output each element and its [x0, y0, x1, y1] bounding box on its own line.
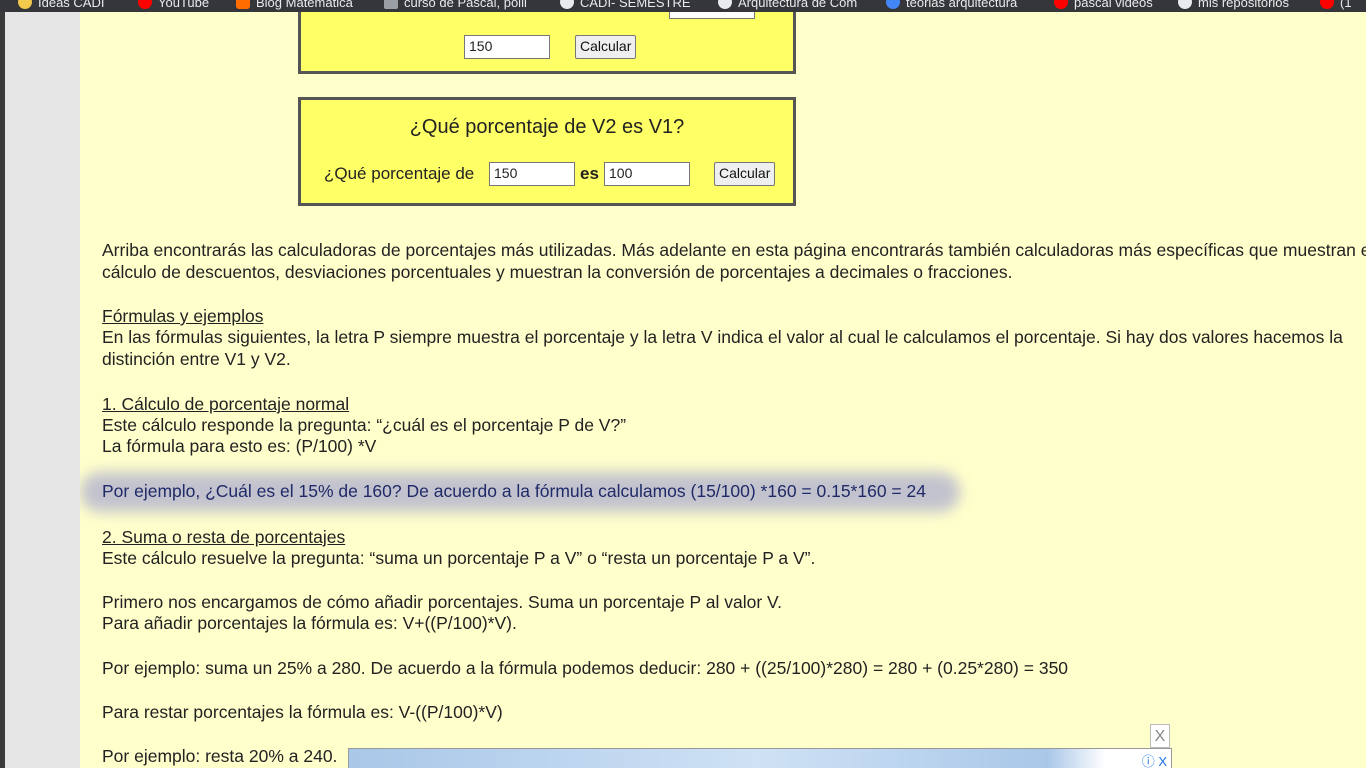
bookmark-arquitectura[interactable]: Arquitectura de Com	[718, 0, 857, 11]
calc1-calcular-button[interactable]: Calcular	[575, 35, 637, 59]
page-content: 150 Calcular ¿Qué porcentaje de V2 es V1…	[80, 12, 1366, 768]
bookmark-pascal-videos[interactable]: pascal videos	[1054, 0, 1153, 11]
intro-line-1: Arriba encontrarás las calculadoras de p…	[102, 240, 1366, 260]
formulas-line-1: En las fórmulas siguientes, la letra P s…	[102, 327, 1343, 347]
bookmarks-bar: Ideas CADI YouTube Blog Matemática curso…	[0, 0, 1366, 12]
github-icon	[560, 0, 574, 9]
ad-banner[interactable]: ⓘ X	[348, 748, 1172, 768]
section1-example: Por ejemplo, ¿Cuál es el 15% de 160? De …	[102, 481, 926, 501]
bookmark-blog-matematica[interactable]: Blog Matemática	[236, 0, 353, 11]
section1-heading[interactable]: 1. Cálculo de porcentaje normal	[102, 394, 1366, 415]
ad-info-close-icon[interactable]: ⓘ X	[1142, 751, 1167, 768]
calc2-value1-input[interactable]: 150	[489, 162, 575, 186]
bookmark-mis-repositorios[interactable]: mis repositorios	[1178, 0, 1289, 11]
calc2-label: ¿Qué porcentaje de	[324, 164, 475, 183]
bookmark-icon	[886, 0, 900, 9]
bookmark-cadi-semestre[interactable]: CADI- SEMESTRE	[560, 0, 691, 11]
left-margin	[0, 12, 80, 768]
calc2-calcular-button[interactable]: Calcular	[714, 162, 776, 186]
calc2-title: ¿Qué porcentaje de V2 es V1?	[409, 116, 685, 138]
calc1-hidden-input[interactable]	[669, 12, 755, 19]
calc1-value-input[interactable]: 150	[464, 35, 550, 59]
formulas-heading[interactable]: Fórmulas y ejemplos	[102, 306, 1366, 327]
section1-line-1: Este cálculo responde la pregunta: “¿cuá…	[102, 415, 627, 435]
section2-heading[interactable]: 2. Suma o resta de porcentajes	[102, 527, 1366, 548]
bookmark-icon	[18, 0, 32, 9]
calc2-connector: es	[580, 164, 599, 183]
bookmark-icon	[384, 0, 398, 9]
section2-paragraph-2: Para añadir porcentajes la fórmula es: V…	[102, 613, 517, 633]
formulas-line-2: distinción entre V1 y V2.	[102, 349, 291, 369]
bookmark-curso-pascal[interactable]: curso de Pascal, polli	[384, 0, 527, 11]
calc2-value2-input[interactable]: 100	[604, 162, 690, 186]
youtube-icon	[1054, 0, 1068, 9]
bookmark-extra[interactable]: (1	[1320, 0, 1352, 11]
github-icon	[1178, 0, 1192, 9]
calculator-box-1: 150 Calcular	[298, 12, 796, 74]
bookmark-teorias-arquitectura[interactable]: teorias arquitectura	[886, 0, 1017, 11]
section1-line-2: La fórmula para esto es: (P/100) *V	[102, 436, 377, 456]
youtube-icon	[1320, 0, 1334, 9]
calculator-box-2: ¿Qué porcentaje de V2 es V1? ¿Qué porcen…	[298, 97, 796, 206]
section2-line-1: Este cálculo resuelve la pregunta: “suma…	[102, 548, 816, 568]
youtube-icon	[138, 0, 152, 9]
intro-line-2: cálculo de descuentos, desviaciones porc…	[102, 262, 1013, 282]
section2-subtract-formula: Para restar porcentajes la fórmula es: V…	[102, 702, 503, 722]
blogger-icon	[236, 0, 250, 9]
bookmark-ideas-cadi[interactable]: Ideas CADI	[18, 0, 104, 11]
bookmark-youtube[interactable]: YouTube	[138, 0, 209, 11]
bookmark-icon	[718, 0, 732, 9]
section2-paragraph-1: Primero nos encargamos de cómo añadir po…	[102, 592, 782, 612]
ad-close-button[interactable]: X	[1150, 724, 1170, 748]
section2-example-1: Por ejemplo: suma un 25% a 280. De acuer…	[102, 658, 1069, 678]
window-edge	[0, 12, 5, 768]
